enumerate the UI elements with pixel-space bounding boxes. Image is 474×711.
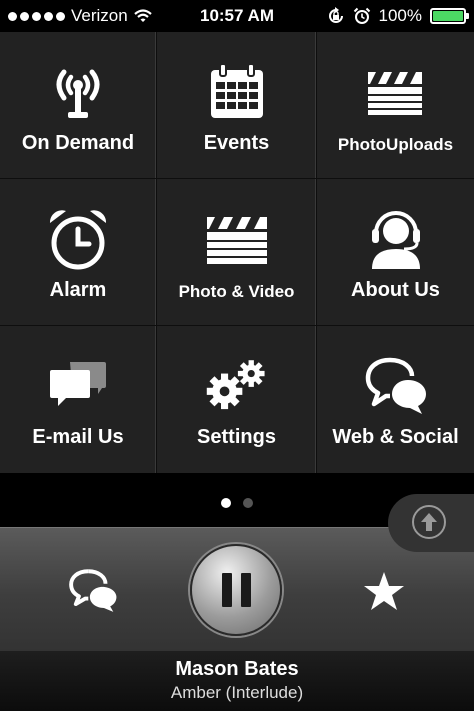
now-playing: Mason Bates Amber (Interlude)	[0, 651, 474, 711]
tile-label: PhotoUploads	[337, 135, 454, 154]
pause-button[interactable]	[190, 544, 282, 636]
tile-label: Alarm	[49, 279, 107, 301]
alarm-clock-icon	[49, 210, 107, 270]
arrow-up-icon	[421, 513, 437, 531]
tile-label: Photo & Video	[178, 282, 295, 301]
battery-icon	[430, 8, 469, 24]
clapperboard-icon	[206, 217, 267, 264]
favorite-button[interactable]	[362, 570, 406, 614]
tile-label: About Us	[351, 279, 440, 301]
tile-web-social[interactable]: Web & Social	[317, 326, 474, 473]
tile-email-us[interactable]: E-mail Us	[0, 326, 157, 473]
page-dot-2[interactable]	[243, 498, 253, 508]
chat-button[interactable]	[68, 568, 118, 612]
page-dot-1[interactable]	[221, 498, 231, 508]
tile-label: Events	[203, 132, 270, 154]
alarm-status-icon	[353, 7, 370, 24]
menu-grid: On Demand Events PhotoUploads Alarm Phot…	[0, 32, 474, 473]
tile-alarm[interactable]: Alarm	[0, 179, 157, 326]
tile-label: Settings	[197, 426, 276, 448]
tile-label: E-mail Us	[32, 426, 124, 448]
clapperboard-icon	[367, 72, 422, 115]
battery-fill	[433, 11, 463, 21]
carrier-name: Verizon	[71, 6, 128, 25]
headset-user-icon	[371, 211, 420, 269]
star-icon	[364, 572, 404, 610]
tile-label: On Demand	[21, 132, 135, 154]
radio-tower-icon	[56, 69, 100, 118]
tile-events[interactable]: Events	[157, 32, 317, 179]
carrier-group: Verizon	[8, 0, 152, 32]
speech-bubbles-icon	[365, 357, 426, 414]
pause-bar-right	[240, 573, 251, 607]
tile-label: Web & Social	[332, 426, 459, 448]
tile-on-demand[interactable]: On Demand	[0, 32, 157, 179]
status-right-group: 100%	[327, 0, 469, 32]
tile-photo-uploads[interactable]: PhotoUploads	[317, 32, 474, 179]
pause-bar-left	[221, 573, 232, 607]
rotation-lock-icon	[328, 7, 343, 23]
wifi-icon	[133, 9, 152, 22]
now-playing-track: Amber (Interlude)	[170, 683, 304, 702]
signal-strength-icon	[8, 11, 65, 21]
gears-icon	[206, 360, 265, 410]
status-bar: Verizon 10:57 AM 100%	[0, 0, 474, 32]
calendar-icon	[210, 63, 263, 118]
chat-bubbles-icon	[50, 362, 106, 406]
tile-photo-video[interactable]: Photo & Video	[157, 179, 317, 326]
tile-settings[interactable]: Settings	[157, 326, 317, 473]
now-playing-artist: Mason Bates	[175, 658, 299, 680]
expand-player-button[interactable]	[412, 505, 446, 539]
tile-about-us[interactable]: About Us	[317, 179, 474, 326]
battery-percent: 100%	[378, 6, 422, 25]
chat-icon	[69, 569, 117, 612]
